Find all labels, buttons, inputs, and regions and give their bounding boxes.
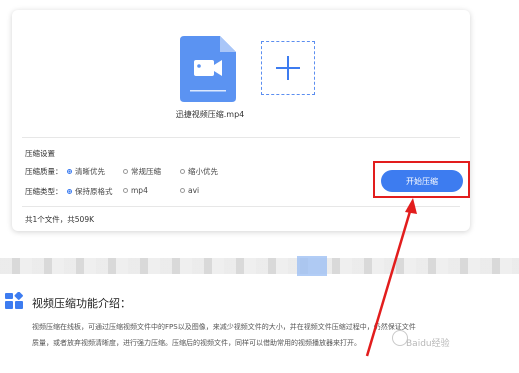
quality-option-smaller[interactable]: 缩小优先 [180, 166, 218, 177]
feature-grid-icon [5, 292, 23, 309]
intro-line-2: 质量，或者放弃视频清晰度，进行强力压缩。压缩后的视频文件，同样可以借助常用的视频… [32, 339, 361, 347]
radio-icon[interactable] [123, 188, 128, 193]
quality-option-clarity[interactable]: 清晰优先 [67, 166, 105, 177]
watermark: Baidu经验 [406, 339, 450, 349]
file-summary: 共1个文件，共509K [25, 215, 95, 224]
radio-icon[interactable] [180, 188, 185, 193]
radio-selected-icon[interactable] [67, 189, 72, 194]
type-label: 压缩类型： [25, 187, 63, 196]
radio-icon[interactable] [123, 169, 128, 174]
quality-option-normal[interactable]: 常规压缩 [123, 166, 161, 177]
blurred-strip-accent [297, 256, 327, 276]
divider [22, 137, 460, 138]
settings-title: 压缩设置 [25, 149, 55, 158]
type-option-original[interactable]: 保持原格式 [67, 186, 113, 197]
type-option-mp4[interactable]: mp4 [123, 186, 148, 195]
video-file-icon [180, 36, 236, 102]
intro-line-1: 视频压缩在线板，可通过压缩视频文件中的FPS以及图像，来减少视频文件的大小，并在… [32, 323, 416, 331]
radio-icon[interactable] [180, 169, 185, 174]
start-compress-button[interactable]: 开始压缩 [381, 170, 463, 192]
add-file-button[interactable] [261, 41, 315, 95]
quality-label: 压缩质量： [25, 167, 63, 176]
radio-selected-icon[interactable] [67, 169, 72, 174]
intro-title: 视频压缩功能介绍： [32, 297, 131, 310]
file-name: 迅捷视频压缩.mp4 [175, 110, 245, 119]
blurred-strip [0, 258, 519, 274]
type-option-avi[interactable]: avi [180, 186, 199, 195]
divider [22, 206, 460, 207]
